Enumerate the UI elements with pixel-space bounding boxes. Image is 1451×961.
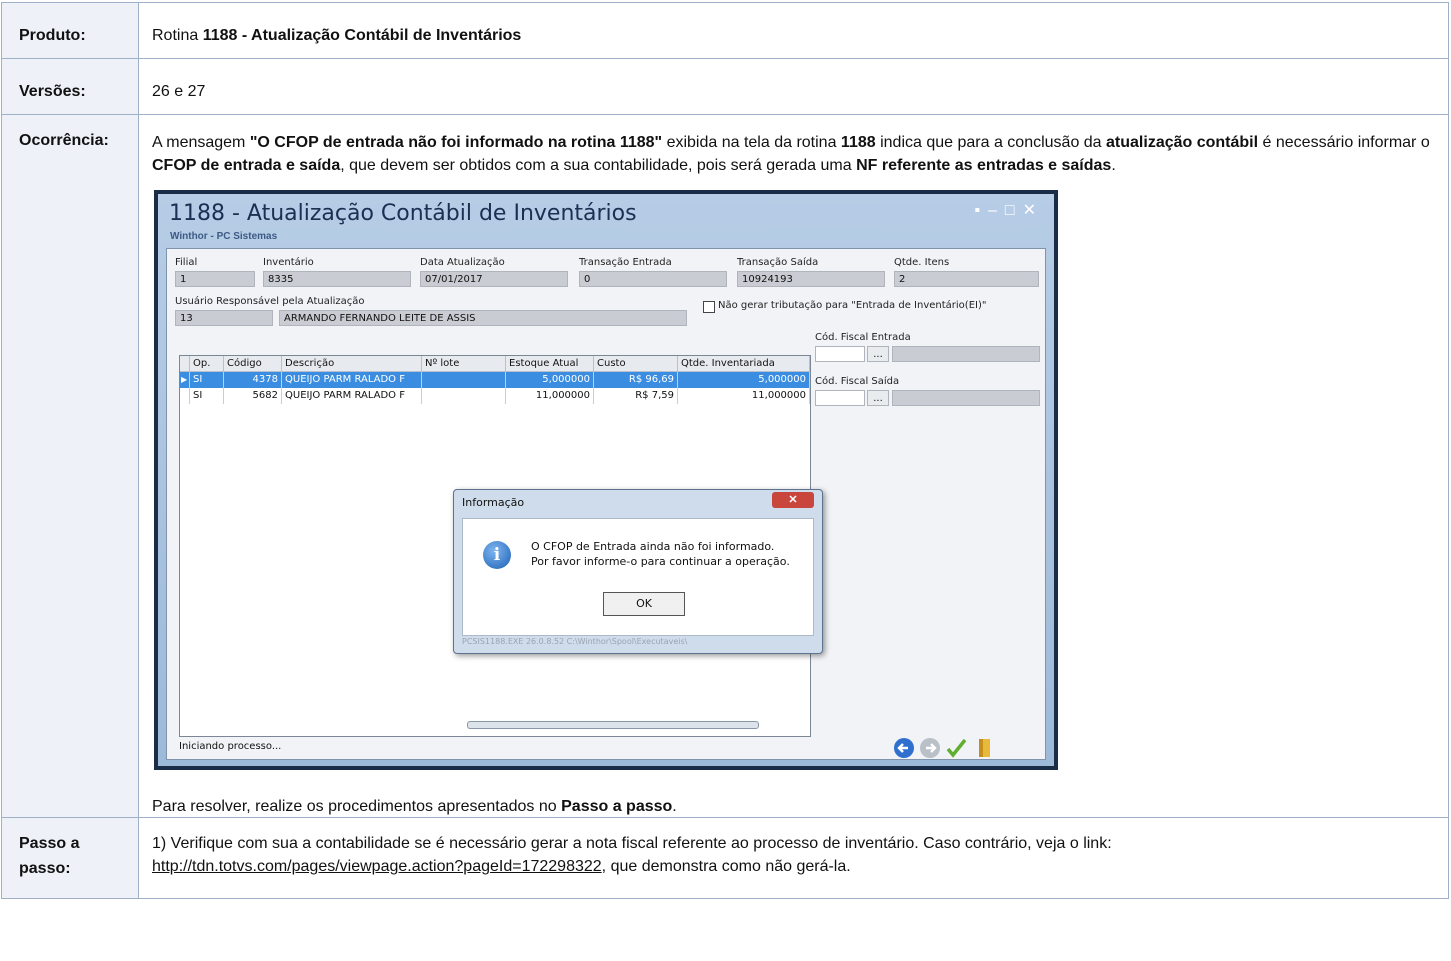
grid-header-lote[interactable]: Nº lote [422,356,506,372]
versoes-value: 26 e 27 [152,83,206,100]
produto-prefix: Rotina [152,27,203,44]
grid-header-codigo[interactable]: Código [224,356,282,372]
grid-header-qtde[interactable]: Qtde. Inventariada [678,356,810,372]
status-text: Iniciando processo... [179,741,282,752]
cod-entrada-label: Cód. Fiscal Entrada [815,332,911,343]
progress-splitter[interactable] [467,721,759,729]
grid-header-descricao[interactable]: Descrição [282,356,422,372]
nao-gerar-label: Não gerar tributação para "Entrada de In… [718,300,987,311]
ocorrencia-label: Ocorrência: [19,132,109,149]
inventario-field[interactable]: 8335 [263,271,411,287]
window-subtitle: Winthor - PC Sistemas [170,231,278,242]
cell-descricao: QUEIJO PARM RALADO F [282,388,422,404]
passo-post: , que demonstra como não gerá-la. [601,858,851,875]
passo-label-cell: Passo a passo: [1,817,139,899]
ocorrencia-label-cell: Ocorrência: [1,114,139,818]
dialog-message: O CFOP de Entrada ainda não foi informad… [531,539,790,569]
forward-arrow-icon[interactable] [919,737,941,759]
grid-header-custo[interactable]: Custo [594,356,678,372]
usuario-label: Usuário Responsável pela Atualização [175,296,365,307]
qtde-itens-field[interactable]: 2 [894,271,1039,287]
app-screenshot: 1188 - Atualização Contábil de Inventári… [154,190,1058,770]
filial-label: Filial [175,257,198,268]
info-icon: i [483,541,511,569]
cell-estoque: 11,000000 [506,388,594,404]
knowledge-article-table: Produto: Rotina 1188 - Atualização Contá… [1,2,1449,899]
cell-qtde: 11,000000 [678,388,810,404]
ocorrencia-value-cell: A mensagem "O CFOP de entrada não foi in… [138,114,1449,818]
inventario-label: Inventário [263,257,314,268]
minimize-icon: – [988,202,1005,219]
cell-op: SI [190,388,224,404]
trans-saida-label: Transação Saída [737,257,819,268]
dialog-body: i O CFOP de Entrada ainda não foi inform… [462,518,814,636]
cell-qtde: 5,000000 [678,372,810,388]
form-panel: Filial 1 Inventário 8335 Data Atualizaçã… [166,248,1046,760]
cod-saida-lookup-button[interactable]: ... [867,390,889,406]
passo-label-line-1: Passo a [19,835,80,852]
row-pointer-icon: ▶ [180,372,190,388]
cell-custo: R$ 7,59 [594,388,678,404]
cell-custo: R$ 96,69 [594,372,678,388]
nao-gerar-checkbox[interactable] [703,301,715,313]
window-controls[interactable]: ▪–□✕ [974,200,1044,220]
dialog-close-button[interactable]: ✕ [772,492,814,508]
grid-header-estoque[interactable]: Estoque Atual [506,356,594,372]
grid-header-op[interactable]: Op. [190,356,224,372]
cod-entrada-desc-field[interactable] [892,346,1040,362]
produto-name: 1188 - Atualização Contábil de Inventári… [202,27,522,44]
qtde-itens-label: Qtde. Itens [894,257,950,268]
window-title: 1188 - Atualização Contábil de Inventári… [169,201,637,226]
filial-field[interactable]: 1 [175,271,255,287]
versoes-label-cell: Versões: [1,58,139,115]
dialog-line-2: Por favor informe-o para continuar a ope… [531,555,790,568]
tdn-link[interactable]: http://tdn.totvs.com/pages/viewpage.acti… [152,858,602,875]
table-row[interactable]: SI 5682 QUEIJO PARM RALADO F 11,000000 R… [180,388,810,404]
cell-codigo: 5682 [224,388,282,404]
versoes-label: Versões: [19,83,86,100]
passo-value-cell: 1) Verifique com sua a contabilidade se … [138,817,1449,899]
cell-descricao: QUEIJO PARM RALADO F [282,372,422,388]
cod-entrada-lookup-button[interactable]: ... [867,346,889,362]
dialog-footer: PCSIS1188.EXE 26.0.8.52 C:\Winthor\Spool… [462,637,688,646]
passo-text: 1) Verifique com sua a contabilidade se … [152,835,1112,852]
ok-button[interactable]: OK [603,592,685,616]
cell-lote [422,372,506,388]
ocorrencia-text: A mensagem "O CFOP de entrada não foi in… [152,134,1430,174]
info-dialog: Informação ✕ i O CFOP de Entrada ainda n… [453,489,823,654]
trans-entrada-label: Transação Entrada [579,257,672,268]
trans-entrada-field[interactable]: 0 [579,271,727,287]
produto-value-cell: Rotina 1188 - Atualização Contábil de In… [138,2,1449,59]
cod-saida-desc-field[interactable] [892,390,1040,406]
cell-estoque: 5,000000 [506,372,594,388]
usuario-name-field[interactable]: ARMANDO FERNANDO LEITE DE ASSIS [279,310,687,326]
cell-lote [422,388,506,404]
table-row[interactable]: ▶ SI 4378 QUEIJO PARM RALADO F 5,000000 … [180,372,810,388]
dialog-title: Informação [462,496,525,509]
back-arrow-icon[interactable] [893,737,915,759]
close-icon: ✕ [1022,202,1044,219]
maximize-icon: □ [1004,202,1023,219]
cod-saida-label: Cód. Fiscal Saída [815,376,900,387]
cell-op: SI [190,372,224,388]
grid-header-indicator [180,356,190,372]
confirm-check-icon[interactable] [945,737,967,759]
cod-entrada-field[interactable] [815,346,865,362]
usuario-code-field[interactable]: 13 [175,310,273,326]
trans-saida-field[interactable]: 10924193 [737,271,885,287]
cod-saida-field[interactable] [815,390,865,406]
data-field[interactable]: 07/01/2017 [420,271,568,287]
app-window: 1188 - Atualização Contábil de Inventári… [158,194,1054,766]
resolve-text: Para resolver, realize os procedimentos … [152,798,677,815]
restore-icon: ▪ [974,202,989,219]
produto-label-cell: Produto: [1,2,139,59]
cell-codigo: 4378 [224,372,282,388]
produto-label: Produto: [19,27,86,44]
data-label: Data Atualização [420,257,505,268]
passo-label-line-2: passo: [19,860,71,877]
versoes-value-cell: 26 e 27 [138,58,1449,115]
dialog-line-1: O CFOP de Entrada ainda não foi informad… [531,540,775,553]
exit-door-icon[interactable] [973,737,995,759]
